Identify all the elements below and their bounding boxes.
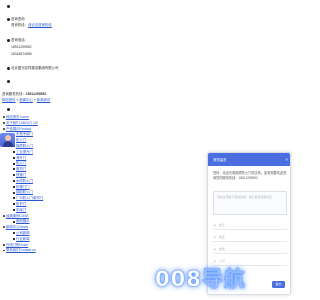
name-field[interactable]: ● 姓名 [213, 221, 287, 230]
phone-title: 咨询电话： [11, 38, 28, 42]
nav-link[interactable]: 新闻中心News [6, 225, 28, 229]
list-bullet [7, 67, 10, 70]
hotline: 咨询服务热线：18911259552 [2, 92, 46, 96]
nav-link[interactable]: 网站首页 home [6, 115, 29, 119]
list-bullet [7, 18, 10, 21]
list-bullet [13, 191, 15, 194]
hotline-number: 18911259552 [25, 92, 47, 96]
phone-number-1: 18911259552 [11, 45, 32, 49]
nav-link[interactable]: 工业提升门 [16, 150, 33, 154]
company-field[interactable]: ● 公司 [213, 257, 287, 266]
phone-field[interactable]: ● 电话 [213, 233, 287, 242]
message-widget-greeting: 您好，欢迎光临钢质防火门供应商，如有需要欢迎咨询您的服务热线：189112595… [213, 171, 287, 180]
company-field-label: 公司 [219, 259, 225, 263]
nav-link[interactable]: 东莞专用门 [16, 132, 33, 136]
nav-link[interactable]: 滑升门 [16, 156, 26, 160]
list-bullet [13, 232, 15, 235]
list-bullet [13, 179, 15, 182]
site-navigation: 网站首页 home 关于我们 ABOUT US 产品展示Product 东莞专用门防火… [3, 115, 116, 254]
nav-link[interactable]: 木质防火门 [16, 179, 33, 183]
avatar-body [2, 141, 13, 147]
list-bullet [13, 174, 15, 177]
breadcrumb: 网站首页 » 新闻中心 » 新闻资讯 [2, 98, 50, 102]
nav-link[interactable]: 案例展示 [16, 219, 30, 223]
nav-link[interactable]: 防火门 [16, 161, 26, 165]
nav-link[interactable]: 关于我们 ABOUT US [6, 121, 38, 125]
nav-link[interactable]: 行业新闻 [16, 237, 30, 241]
list-bullet [13, 197, 15, 200]
close-icon[interactable]: × [285, 157, 288, 163]
email-field[interactable]: ● 邮箱 [213, 245, 287, 254]
list-bullet [13, 150, 15, 153]
list-bullet [3, 226, 5, 229]
nav-link[interactable]: 防护门 [16, 202, 26, 206]
list-bullet [13, 168, 15, 171]
consult-label: 咨询咨询 [11, 17, 25, 21]
list-bullet [7, 5, 10, 8]
mail-icon: ● [214, 247, 216, 251]
nav-link[interactable]: 公司新闻 [16, 231, 30, 235]
list-bullet [13, 237, 15, 240]
nav-link[interactable]: 经典案例CASE [6, 214, 29, 218]
nav-link[interactable]: 产品展示Product [6, 127, 31, 131]
watermark-logo: 008导航 [155, 267, 246, 292]
list-bullet [3, 243, 5, 246]
consult-line: 咨询热线：请点击咨询热线 [11, 23, 52, 27]
list-bullet [7, 39, 10, 42]
company-name: 北京国元宏祥建设集团有限公司 [11, 66, 59, 70]
phone-icon: ● [214, 235, 216, 239]
nav-link[interactable]: 联系我们Contact us [6, 248, 36, 252]
list-bullet [7, 108, 10, 111]
nav-link[interactable]: 广州防火门卷帘门 [16, 196, 43, 200]
message-widget-header: 请您留言 × [208, 153, 290, 166]
list-bullet [3, 214, 5, 217]
list-bullet [13, 220, 15, 223]
list-bullet [7, 80, 10, 83]
email-field-label: 邮箱 [219, 247, 225, 251]
list-bullet [13, 162, 15, 165]
list-bullet [13, 208, 15, 211]
phone-field-label: 电话 [219, 235, 225, 239]
nav-link[interactable]: 防火门 [16, 138, 26, 142]
nav-item: 联系我们Contact us [3, 248, 116, 254]
breadcrumb-news-center[interactable]: 新闻中心 [19, 98, 33, 102]
list-bullet [3, 249, 5, 252]
list-bullet [13, 156, 15, 159]
list-bullet [3, 116, 5, 118]
nav-link[interactable]: 钢制防火门 [16, 190, 33, 194]
hotline-label: 咨询服务热线： [2, 92, 26, 96]
nav-link[interactable]: 防爆门门 [16, 185, 30, 189]
message-textarea[interactable]: 请在这里留下您的需求，我们会尽快联系您 [213, 191, 287, 215]
name-field-label: 姓名 [219, 223, 225, 227]
list-bullet [3, 127, 5, 130]
list-bullet [13, 203, 15, 206]
consult-line-link[interactable]: 请点击咨询热线 [28, 23, 52, 27]
nav-link[interactable]: 车库门 [16, 208, 26, 212]
user-icon: ● [214, 223, 216, 227]
nav-link[interactable]: 钢质防火门 [16, 144, 33, 148]
building-icon: ● [214, 259, 216, 263]
phone-number-2: 18315674680 [11, 52, 32, 56]
nav-link[interactable]: 快速门 [16, 173, 26, 177]
message-placeholder: 请在这里留下您的需求，我们会尽快联系您 [217, 195, 272, 199]
list-bullet [3, 121, 5, 124]
breadcrumb-home[interactable]: 网站首页 [2, 98, 16, 102]
breadcrumb-current[interactable]: 新闻资讯 [37, 98, 51, 102]
message-widget-title: 请您留言 [213, 157, 227, 162]
customer-service-avatar[interactable] [0, 133, 15, 147]
breadcrumb-separator: » [33, 98, 36, 102]
nav-link[interactable]: 在线订购Order [6, 243, 28, 247]
nav-link[interactable]: 卷帘门 [16, 167, 26, 171]
list-bullet [13, 185, 15, 188]
submit-button[interactable]: 提交 [272, 281, 285, 288]
consult-line-text: 咨询热线： [11, 23, 28, 27]
